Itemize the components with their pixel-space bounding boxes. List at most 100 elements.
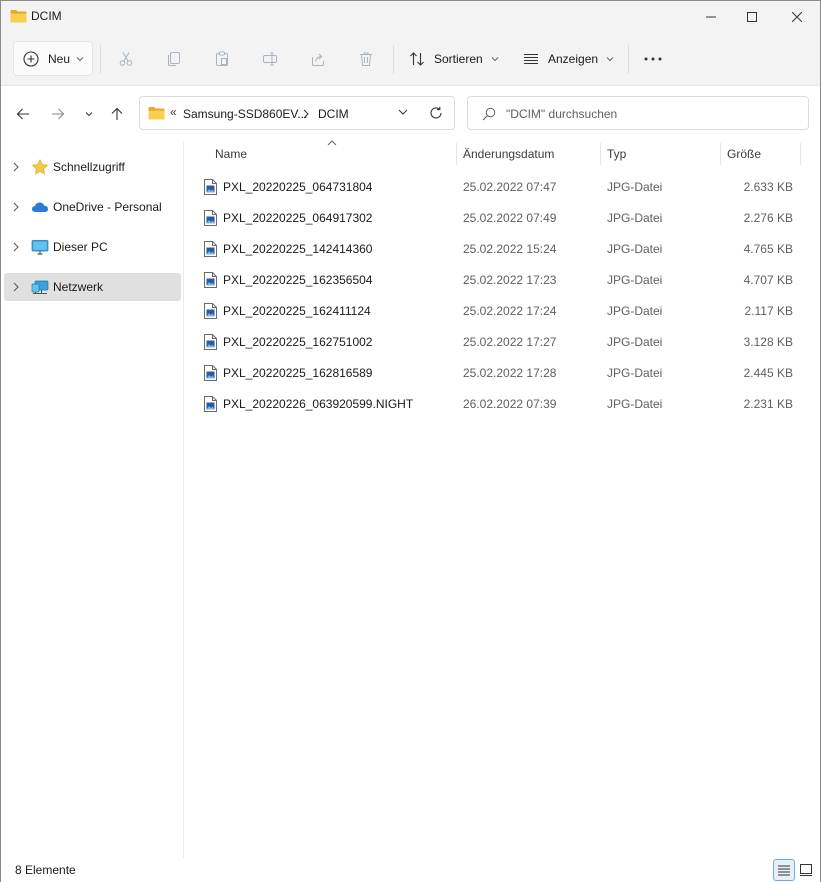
column-header-label: Name xyxy=(215,147,248,161)
column-header-size[interactable]: Größe xyxy=(721,141,800,167)
close-button[interactable] xyxy=(774,1,820,32)
rename-button[interactable] xyxy=(255,45,285,73)
window-title: DCIM xyxy=(31,9,62,23)
file-row[interactable]: PXL_20220225_142414360 25.02.2022 15:24 JP… xyxy=(197,234,803,262)
divider xyxy=(393,45,394,74)
share-button[interactable] xyxy=(303,45,333,73)
sidebar-item-this-pc[interactable]: Dieser PC xyxy=(4,233,181,261)
copy-button[interactable] xyxy=(159,45,189,73)
breadcrumb-drive[interactable]: Samsung-SSD860EV... xyxy=(183,107,307,121)
item-count: 8 Elemente xyxy=(15,863,76,877)
chevron-right-icon[interactable] xyxy=(13,242,19,252)
file-name: PXL_20220225_162816589 xyxy=(223,366,373,380)
view-button[interactable]: Anzeigen xyxy=(523,45,614,73)
file-date: 25.02.2022 07:47 xyxy=(463,180,557,194)
chevron-down-icon xyxy=(76,56,84,61)
column-header-type[interactable]: Typ xyxy=(601,141,720,167)
minimize-icon xyxy=(706,16,716,17)
image-file-icon xyxy=(204,334,217,350)
file-row[interactable]: PXL_20220225_064731804 25.02.2022 07:47 JP… xyxy=(197,172,803,200)
column-header-label: Änderungsdatum xyxy=(463,147,555,161)
cloud-icon xyxy=(32,202,48,212)
navigation-pane: Schnellzugriff OneDrive - Personal Diese… xyxy=(1,141,184,858)
arrow-right-icon xyxy=(52,108,65,120)
file-name: PXL_20220225_142414360 xyxy=(223,242,373,256)
chevron-right-icon[interactable] xyxy=(13,162,19,172)
search-icon xyxy=(482,107,496,121)
image-file-icon xyxy=(204,303,217,319)
divider xyxy=(100,45,101,74)
tiles-view-button[interactable] xyxy=(795,859,817,881)
file-row[interactable]: PXL_20220225_162356504 25.02.2022 17:23 JP… xyxy=(197,265,803,293)
status-bar: 8 Elemente xyxy=(1,858,820,882)
up-button[interactable] xyxy=(106,103,128,125)
file-size: 3.128 KB xyxy=(743,335,793,349)
file-row[interactable]: PXL_20220225_162411124 25.02.2022 17:24 JP… xyxy=(197,296,803,324)
file-type: JPG-Datei xyxy=(607,242,663,256)
forward-button[interactable] xyxy=(47,103,69,125)
overflow-crumbs-button[interactable]: « xyxy=(170,105,177,119)
new-button[interactable]: Neu xyxy=(13,41,93,76)
recent-locations-button[interactable] xyxy=(78,103,100,125)
file-size: 2.276 KB xyxy=(743,211,793,225)
file-type: JPG-Datei xyxy=(607,211,663,225)
sidebar-item-network[interactable]: Netzwerk xyxy=(4,273,181,301)
sidebar-item-onedrive[interactable]: OneDrive - Personal xyxy=(4,193,181,221)
chevron-down-icon xyxy=(491,57,499,62)
file-row[interactable]: PXL_20220226_063920599.NIGHT 26.02.2022 0… xyxy=(197,389,803,417)
file-size: 4.765 KB xyxy=(743,242,793,256)
column-header-name[interactable]: Name xyxy=(184,141,456,167)
file-row[interactable]: PXL_20220225_162816589 25.02.2022 17:28 JP… xyxy=(197,358,803,386)
paste-button[interactable] xyxy=(207,45,237,73)
file-name: PXL_20220226_063920599.NIGHT xyxy=(223,397,414,411)
close-icon xyxy=(792,11,802,22)
file-type: JPG-Datei xyxy=(607,304,663,318)
refresh-icon[interactable] xyxy=(429,106,443,120)
sidebar-item-quick-access[interactable]: Schnellzugriff xyxy=(4,153,181,181)
column-divider[interactable] xyxy=(800,143,801,165)
sort-button-label: Sortieren xyxy=(434,52,483,66)
file-size: 2.445 KB xyxy=(743,366,793,380)
file-name: PXL_20220225_064731804 xyxy=(223,180,373,194)
chevron-down-icon[interactable] xyxy=(398,108,408,116)
file-name: PXL_20220225_162751002 xyxy=(223,335,373,349)
maximize-icon xyxy=(747,11,757,22)
more-button[interactable] xyxy=(638,45,668,73)
file-name: PXL_20220225_064917302 xyxy=(223,211,373,225)
address-bar[interactable]: « Samsung-SSD860EV... DCIM xyxy=(139,96,455,130)
breadcrumb-dcim[interactable]: DCIM xyxy=(318,107,349,121)
file-row[interactable]: PXL_20220225_064917302 25.02.2022 07:49 JP… xyxy=(197,203,803,231)
cut-button[interactable] xyxy=(111,45,141,73)
rename-icon xyxy=(263,52,277,66)
maximize-button[interactable] xyxy=(729,1,775,32)
file-date: 25.02.2022 07:49 xyxy=(463,211,557,225)
tiles-view-icon xyxy=(800,864,812,876)
view-lines-icon xyxy=(524,53,538,65)
new-button-label: Neu xyxy=(48,51,71,66)
network-icon xyxy=(31,280,49,294)
sidebar-item-label: OneDrive - Personal xyxy=(53,200,162,214)
chevron-down-icon xyxy=(606,57,614,62)
folder-icon xyxy=(10,10,27,23)
title-bar[interactable]: DCIM xyxy=(1,1,820,32)
file-list: Name Änderungsdatum Typ Größe PXL_202202… xyxy=(184,140,820,858)
file-row[interactable]: PXL_20220225_162751002 25.02.2022 17:27 JP… xyxy=(197,327,803,355)
folder-icon xyxy=(148,107,165,120)
minimize-button[interactable] xyxy=(688,1,734,32)
file-date: 26.02.2022 07:39 xyxy=(463,397,557,411)
search-input[interactable] xyxy=(506,105,796,123)
back-button[interactable] xyxy=(12,103,34,125)
image-file-icon xyxy=(204,241,217,257)
file-size: 2.633 KB xyxy=(743,180,793,194)
plus-circle-icon xyxy=(23,50,39,67)
chevron-right-icon[interactable] xyxy=(13,202,19,212)
file-type: JPG-Datei xyxy=(607,335,663,349)
delete-button[interactable] xyxy=(351,45,381,73)
file-date: 25.02.2022 17:27 xyxy=(463,335,557,349)
details-view-button[interactable] xyxy=(773,859,795,881)
sort-button[interactable]: Sortieren xyxy=(409,45,499,73)
chevron-right-icon[interactable] xyxy=(303,109,309,119)
chevron-right-icon[interactable] xyxy=(13,282,19,292)
arrow-up-icon xyxy=(111,107,123,120)
column-header-date[interactable]: Änderungsdatum xyxy=(457,141,600,167)
